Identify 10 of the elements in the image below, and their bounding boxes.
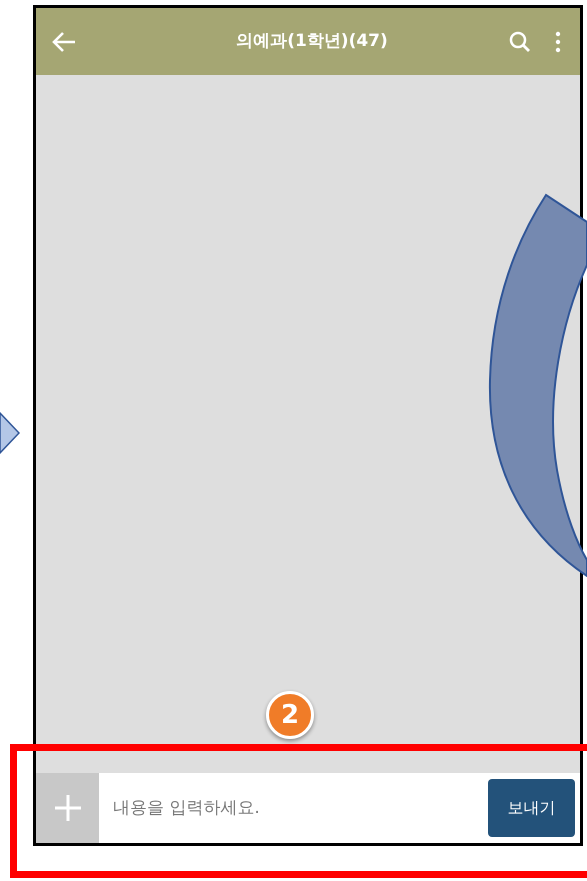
curved-arrow-icon [487, 193, 587, 577]
more-icon [555, 30, 561, 52]
attach-button[interactable] [36, 773, 99, 843]
left-arrow-icon [0, 412, 20, 454]
plus-icon [52, 793, 82, 823]
send-button[interactable]: 보내기 [488, 779, 575, 837]
back-arrow-icon [51, 30, 77, 52]
message-input[interactable]: 내용을 입력하세요. [99, 773, 488, 843]
search-icon [508, 30, 532, 54]
chat-title: 의예과(1학년)(47) [235, 30, 389, 53]
